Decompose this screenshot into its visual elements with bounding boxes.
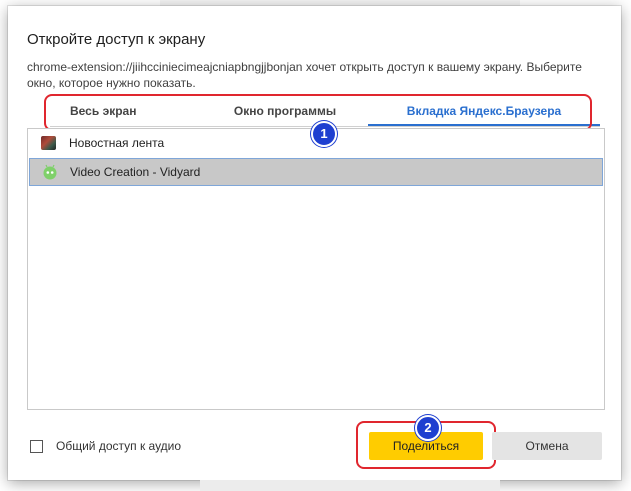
cancel-button[interactable]: Отмена xyxy=(492,432,602,460)
news-favicon-icon xyxy=(41,136,56,150)
audio-share-label: Общий доступ к аудио xyxy=(56,439,182,453)
audio-share-checkbox[interactable] xyxy=(30,440,43,453)
list-item[interactable]: Video Creation - Vidyard xyxy=(29,158,603,186)
list-item-label: Video Creation - Vidyard xyxy=(70,165,201,179)
list-item-label: Новостная лента xyxy=(69,136,165,150)
background-window-bottom xyxy=(200,480,500,491)
vidyard-favicon-icon xyxy=(43,164,57,180)
dialog-description: chrome-extension://jiihcciniecimeajcniap… xyxy=(27,60,582,90)
dialog-title: Откройте доступ к экрану xyxy=(27,31,206,48)
annotation-badge-2: 2 xyxy=(415,415,441,441)
source-list[interactable]: Новостная лента Video Creation - Vidyard xyxy=(27,128,605,410)
annotation-badge-1: 1 xyxy=(311,121,337,147)
